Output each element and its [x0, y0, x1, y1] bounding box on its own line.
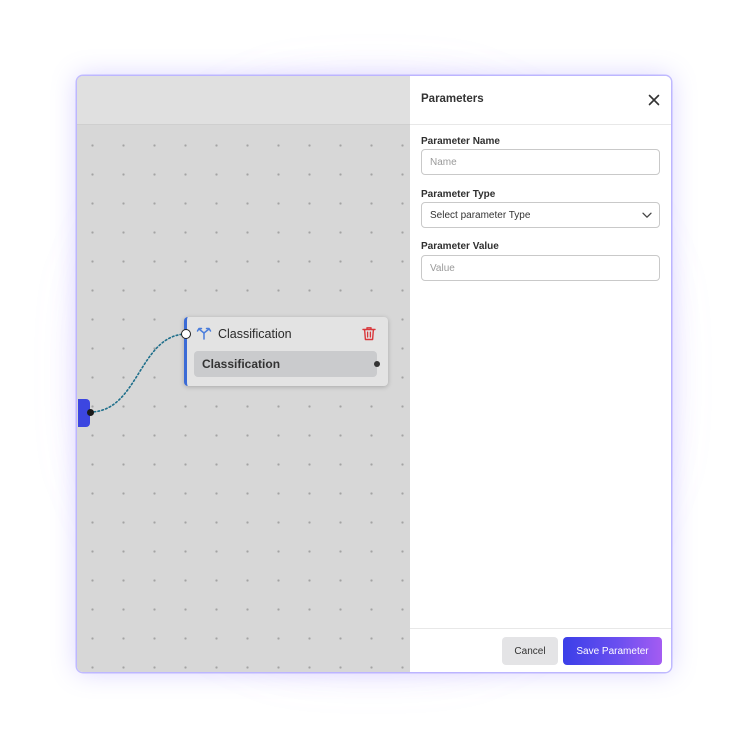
node-output-row[interactable]: Classification	[194, 351, 380, 377]
parameter-name-input[interactable]	[421, 149, 660, 175]
parameter-value-input[interactable]	[421, 255, 660, 281]
node-output-label: Classification	[202, 357, 281, 371]
flow-canvas[interactable]: Classification Classification	[77, 76, 410, 672]
split-arrows-icon	[196, 327, 212, 340]
parameter-type-label: Parameter Type	[421, 189, 496, 200]
parameter-name-label: Parameter Name	[421, 136, 500, 147]
node-title: Classification	[218, 327, 292, 341]
node-input-handle[interactable]	[181, 329, 191, 339]
classification-node[interactable]: Classification Classification	[181, 317, 388, 386]
parameters-panel: Parameters Parameter Name Parameter Type…	[410, 76, 671, 672]
trash-icon[interactable]	[362, 326, 376, 341]
close-icon[interactable]	[648, 94, 660, 106]
node-output-handle[interactable]	[374, 361, 380, 367]
save-parameter-button[interactable]: Save Parameter	[563, 637, 662, 665]
parameter-value-label: Parameter Value	[421, 241, 499, 252]
start-connector-dot[interactable]	[87, 409, 94, 416]
cancel-button[interactable]: Cancel	[502, 637, 558, 665]
chevron-down-icon	[642, 212, 652, 218]
panel-title: Parameters	[421, 93, 484, 105]
panel-header: Parameters	[410, 76, 671, 125]
parameter-type-selected: Select parameter Type	[430, 210, 531, 221]
parameter-type-select[interactable]: Select parameter Type	[421, 202, 660, 228]
panel-footer: Cancel Save Parameter	[410, 628, 671, 672]
app-window: Classification Classification Parameters…	[77, 76, 671, 672]
